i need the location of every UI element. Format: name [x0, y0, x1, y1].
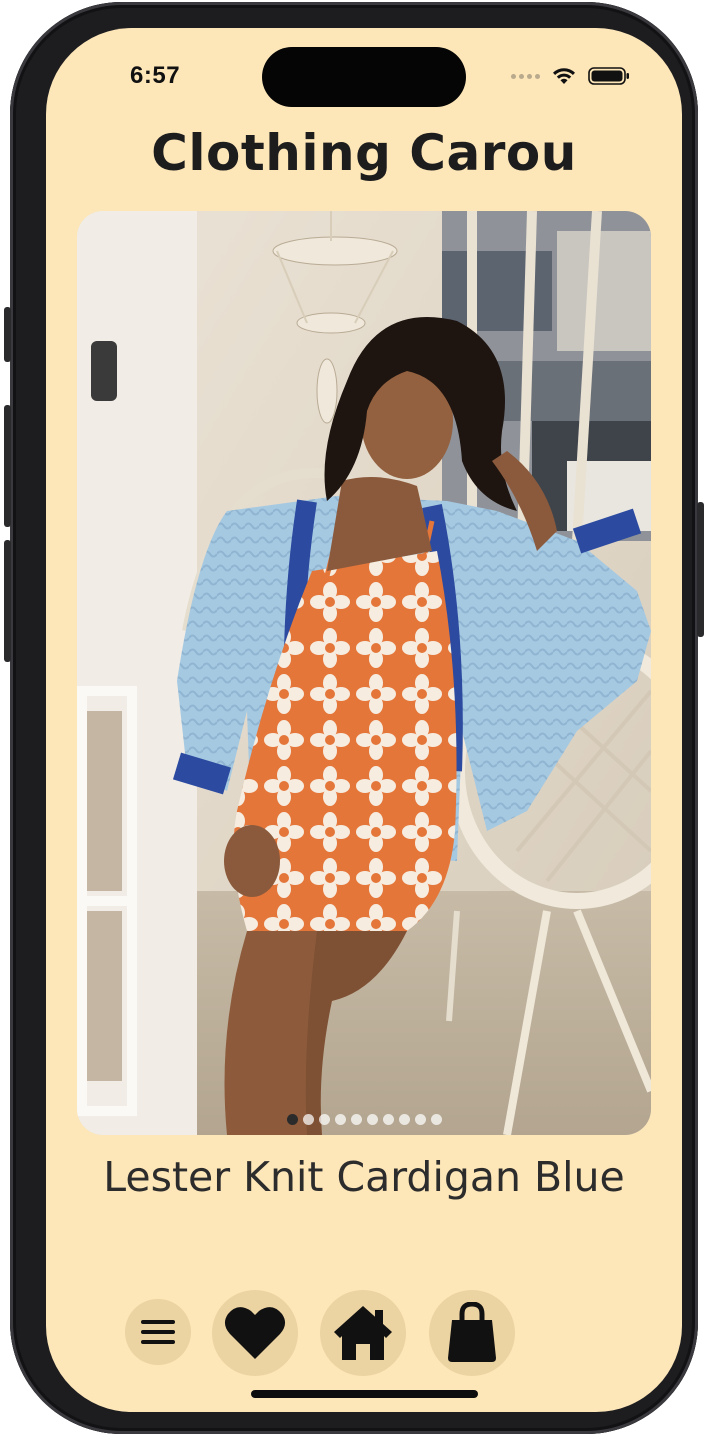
product-name: Lester Knit Cardigan Blue [103, 1153, 625, 1201]
wifi-icon [553, 68, 575, 84]
dynamic-island [262, 47, 466, 107]
app-screen: 6:57 Clothing Carou Lester Knit Cardigan… [46, 28, 682, 1412]
volume-up-button [4, 405, 11, 527]
device-frame: 6:57 Clothing Carou Lester Knit Cardigan… [4, 2, 704, 1434]
volume-down-button [4, 540, 11, 662]
product-photo [77, 211, 651, 1135]
product-carousel[interactable] [77, 211, 651, 1135]
page-dot[interactable] [350, 1114, 362, 1125]
page-dot[interactable] [366, 1114, 378, 1125]
menu-icon [141, 1320, 175, 1344]
page-dot[interactable] [318, 1114, 330, 1125]
page-dot[interactable] [302, 1114, 314, 1125]
page-dot[interactable] [382, 1114, 394, 1125]
menu-button[interactable] [125, 1299, 191, 1365]
cart-button[interactable] [429, 1290, 515, 1376]
shopping-bag-icon [448, 1302, 496, 1362]
favorites-button[interactable] [212, 1290, 298, 1376]
home-button[interactable] [320, 1290, 406, 1376]
action-button [4, 307, 11, 362]
page-title: Clothing Carou [151, 124, 577, 182]
page-dot-active[interactable] [286, 1114, 298, 1125]
home-icon [334, 1306, 392, 1360]
status-time: 6:57 [130, 62, 181, 89]
signal-dots-icon [511, 73, 540, 79]
power-button [697, 502, 704, 637]
heart-icon [224, 1307, 286, 1359]
status-icons [511, 66, 630, 86]
page-dot[interactable] [414, 1114, 426, 1125]
battery-icon [588, 67, 629, 85]
home-indicator[interactable] [251, 1390, 478, 1398]
carousel-page-indicator[interactable] [77, 1114, 651, 1125]
page-dot[interactable] [430, 1114, 442, 1125]
page-dot[interactable] [334, 1114, 346, 1125]
page-dot[interactable] [398, 1114, 410, 1125]
